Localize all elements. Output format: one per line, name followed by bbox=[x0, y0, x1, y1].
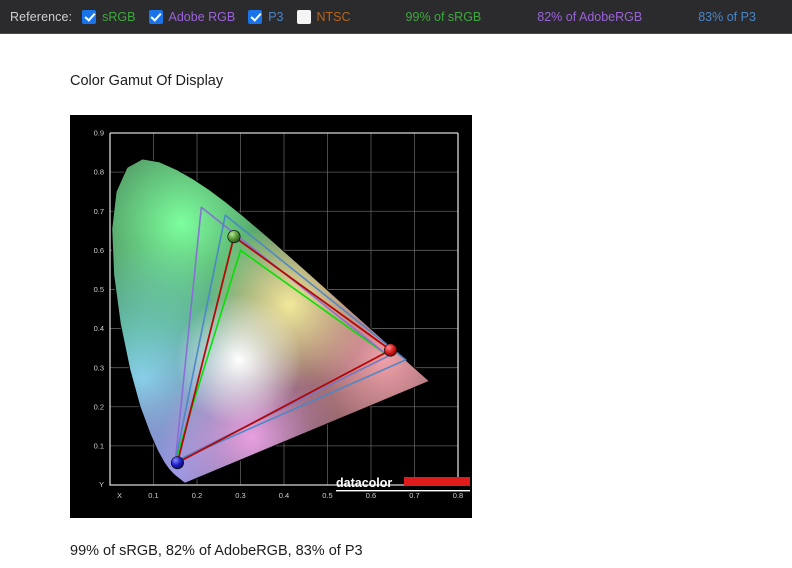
watermark-text: datacolor bbox=[336, 476, 392, 490]
svg-text:0.8: 0.8 bbox=[453, 491, 463, 500]
chromaticity-diagram-svg: 0.1 0.2 0.3 0.4 0.5 0.6 0.7 0.8 0.9 0.1 0.2 0.3 0.4 0… bbox=[70, 115, 472, 518]
svg-text:0.8: 0.8 bbox=[94, 168, 104, 177]
svg-text:0.3: 0.3 bbox=[235, 491, 245, 500]
svg-text:0.7: 0.7 bbox=[409, 491, 419, 500]
checkbox-label-ntsc: NTSC bbox=[316, 9, 351, 24]
checkbox-srgb[interactable]: sRGB bbox=[82, 9, 136, 24]
svg-text:0.6: 0.6 bbox=[94, 246, 104, 255]
svg-text:0.2: 0.2 bbox=[94, 402, 104, 411]
checkbox-ntsc[interactable]: NTSC bbox=[296, 9, 351, 24]
svg-text:0.1: 0.1 bbox=[94, 441, 104, 450]
svg-text:0.4: 0.4 bbox=[94, 324, 104, 333]
svg-text:X: X bbox=[117, 491, 122, 500]
svg-text:0.4: 0.4 bbox=[279, 491, 289, 500]
reference-label: Reference: bbox=[10, 9, 73, 24]
page-title: Color Gamut Of Display bbox=[70, 73, 224, 89]
reference-toolbar: Reference: sRGB Adobe RGB P3 NTSC 99% of… bbox=[0, 0, 792, 34]
checkbox-label-adobe-rgb: Adobe RGB bbox=[168, 9, 236, 24]
checkbox-label-p3: P3 bbox=[268, 9, 284, 24]
svg-text:0.5: 0.5 bbox=[322, 491, 332, 500]
svg-text:0.2: 0.2 bbox=[192, 491, 202, 500]
svg-text:0.1: 0.1 bbox=[148, 491, 158, 500]
watermark-bar bbox=[404, 477, 470, 486]
stat-srgb: 99% of sRGB bbox=[405, 9, 482, 24]
svg-text:0.3: 0.3 bbox=[94, 363, 104, 372]
svg-text:0.9: 0.9 bbox=[94, 129, 104, 138]
svg-text:Y: Y bbox=[99, 480, 104, 489]
checkbox-checked-icon[interactable] bbox=[148, 9, 163, 24]
checkbox-unchecked-icon[interactable] bbox=[296, 9, 311, 24]
checkbox-label-srgb: sRGB bbox=[102, 9, 136, 24]
checkbox-checked-icon[interactable] bbox=[248, 9, 263, 24]
checkbox-p3[interactable]: P3 bbox=[248, 9, 284, 24]
checkbox-checked-icon[interactable] bbox=[82, 9, 97, 24]
svg-text:0.5: 0.5 bbox=[94, 285, 104, 294]
stat-adobe-rgb: 82% of AdobeRGB bbox=[537, 9, 643, 24]
coverage-stats: 99% of sRGB 82% of AdobeRGB 83% of P3 bbox=[406, 10, 756, 24]
color-gamut-chart: 0.1 0.2 0.3 0.4 0.5 0.6 0.7 0.8 0.9 0.1 0.2 0.3 0.4 0… bbox=[70, 115, 472, 518]
svg-text:0.6: 0.6 bbox=[366, 491, 376, 500]
chart-caption: 99% of sRGB, 82% of AdobeRGB, 83% of P3 bbox=[70, 543, 363, 559]
stat-p3: 83% of P3 bbox=[698, 9, 756, 24]
svg-text:0.7: 0.7 bbox=[94, 207, 104, 216]
watermark-underline bbox=[336, 490, 470, 492]
checkbox-adobe-rgb[interactable]: Adobe RGB bbox=[148, 9, 236, 24]
